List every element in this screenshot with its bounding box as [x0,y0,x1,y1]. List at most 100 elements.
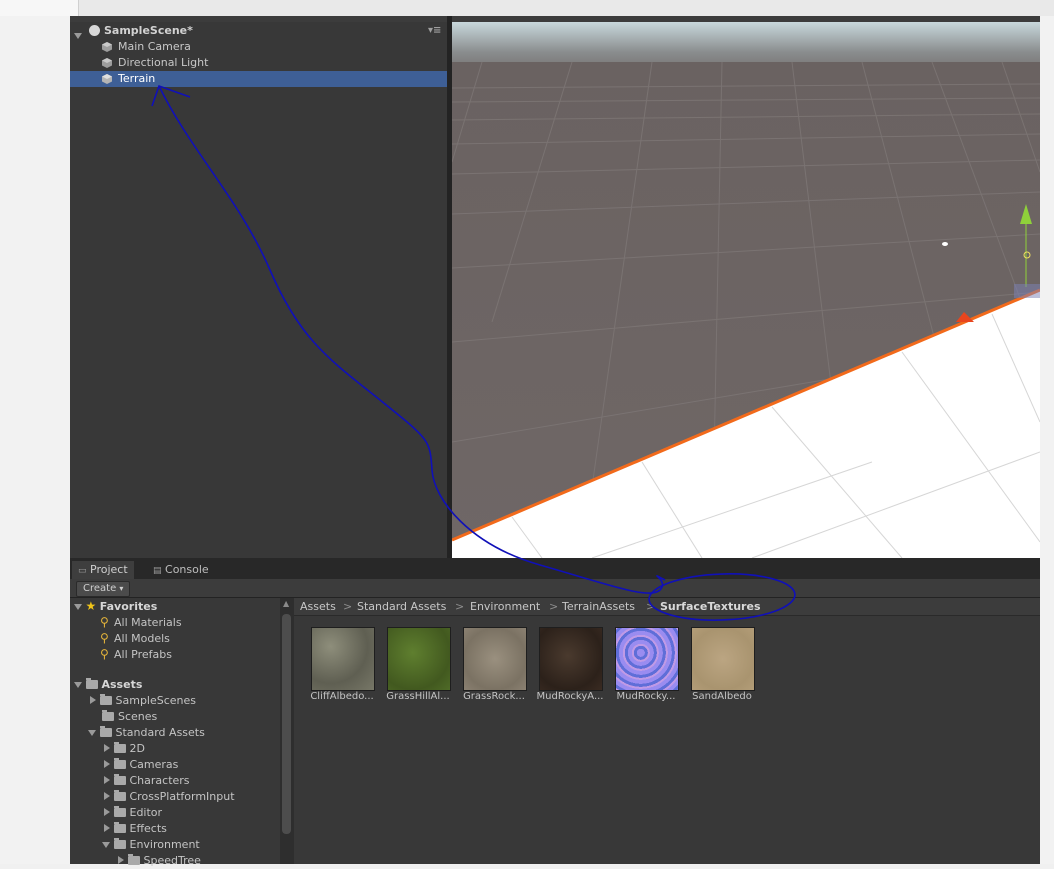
project-tree: ★ Favorites ⚲ All Materials ⚲ All Models ⚲… [70,598,280,867]
folder-icon [113,790,126,801]
texture-label[interactable]: GrassHillAl... [380,691,456,702]
expand-arrow-icon[interactable] [118,856,124,864]
breadcrumb-item-current[interactable]: SurfaceTextures [660,598,761,615]
scrollbar-thumb[interactable] [282,614,291,834]
folder-icon: ▭ [78,566,87,576]
tree-label: All Prefabs [114,648,172,661]
tree-label: Characters [129,774,190,787]
tree-label: Editor [129,806,163,819]
texture-label[interactable]: MudRockyA... [532,691,608,702]
tree-label: All Models [114,632,170,645]
breadcrumb-item[interactable]: Assets [300,598,336,615]
texture-thumbnail-mud-rocky-normals[interactable] [615,627,679,691]
unity-scene-icon [89,25,100,36]
host-right-margin [1040,16,1054,864]
tree-label: Effects [129,822,167,835]
tree-item-all-models[interactable]: ⚲ All Models [100,630,170,646]
folder-icon [99,694,112,705]
breadcrumb-item[interactable]: TerrainAssets [562,598,635,615]
console-icon: ▤ [153,566,162,576]
project-toolbar: Create ▾ [70,579,1040,598]
tree-label: Standard Assets [115,726,205,739]
scene-view[interactable] [452,22,1040,558]
scroll-up-icon[interactable]: ▲ [283,599,289,608]
tree-item-characters[interactable]: Characters [104,773,190,789]
expand-arrow-icon[interactable] [74,682,82,688]
tab-label: Console [165,563,209,576]
texture-thumbnail-sand[interactable] [691,627,755,691]
host-window-strip [0,0,1054,16]
scene-viewport[interactable] [452,22,1040,558]
breadcrumb-separator: > [646,600,656,613]
tree-label: Cameras [129,758,179,771]
search-icon: ⚲ [100,647,109,661]
hierarchy-item-label: Directional Light [118,56,209,69]
scene-row[interactable]: SampleScene* ▾≡ [70,23,448,39]
host-left-margin [0,16,70,864]
tree-item-standard-assets[interactable]: Standard Assets [88,725,205,741]
tree-item-crossplatforminput[interactable]: CrossPlatformInput [104,789,235,805]
tab-label: Project [90,563,128,576]
tree-item-cameras[interactable]: Cameras [104,757,178,773]
tab-console[interactable]: ▤ Console [147,561,215,579]
breadcrumb-item[interactable]: Standard Assets [357,598,446,615]
breadcrumb-item[interactable]: Environment [470,598,540,615]
expand-arrow-icon[interactable] [104,744,110,752]
tree-label: Assets [101,678,143,691]
expand-arrow-icon[interactable] [88,730,96,736]
host-tab[interactable] [0,0,79,16]
texture-label[interactable]: CliffAlbedo... [304,691,380,702]
expand-arrow-icon[interactable] [104,760,110,768]
camera-gizmo-icon[interactable] [942,242,948,246]
tree-label: Favorites [99,600,158,613]
texture-label[interactable]: GrassRock... [456,691,532,702]
create-button[interactable]: Create ▾ [76,581,131,597]
expand-arrow-icon[interactable] [74,604,82,610]
tree-favorites[interactable]: ★ Favorites [74,598,157,614]
create-label: Create [83,583,117,594]
search-icon: ⚲ [100,631,109,645]
texture-label[interactable]: SandAlbedo [684,691,760,702]
tree-label: All Materials [114,616,182,629]
tree-item-samplescenes[interactable]: SampleScenes [90,693,196,709]
folder-icon [102,710,114,721]
tree-item-all-materials[interactable]: ⚲ All Materials [100,614,182,630]
texture-thumbnail-grass-rock[interactable] [463,627,527,691]
texture-label[interactable]: MudRocky... [608,691,684,702]
search-icon: ⚲ [100,615,109,629]
tree-item-environment[interactable]: Environment [102,837,200,853]
tab-project[interactable]: ▭ Project [72,561,134,579]
tree-label: Environment [129,838,200,851]
gizmo-plane-handle-icon[interactable] [1014,284,1040,298]
expand-arrow-icon[interactable] [104,824,110,832]
gameobject-cube-icon [102,74,112,84]
expand-arrow-icon[interactable] [90,696,96,704]
hierarchy-item-directional-light[interactable]: Directional Light [70,55,448,71]
folder-icon [113,758,126,769]
dropdown-arrow-icon: ▾ [119,584,124,593]
hierarchy-item-main-camera[interactable]: Main Camera [70,39,448,55]
tree-item-speedtree[interactable]: SpeedTree [118,853,201,869]
tree-label: SampleScenes [115,694,197,707]
tree-item-scenes[interactable]: Scenes [102,709,157,725]
expand-arrow-icon[interactable] [102,842,110,848]
expand-arrow-icon[interactable] [104,792,110,800]
tree-scrollbar[interactable]: ▲ [280,598,294,864]
gameobject-cube-icon [102,42,112,52]
folder-icon [113,838,126,849]
expand-arrow-icon[interactable] [104,808,110,816]
tree-assets[interactable]: Assets [74,677,142,693]
hierarchy-panel: SampleScene* ▾≡ Main Camera Directional … [70,22,448,558]
folder-icon [113,742,126,753]
texture-thumbnail-grass-hill[interactable] [387,627,451,691]
texture-thumbnail-cliff[interactable] [311,627,375,691]
expand-arrow-icon[interactable] [104,776,110,784]
scene-menu-icon[interactable]: ▾≡ [428,23,441,39]
texture-thumbnail-mud-rocky-albedo[interactable] [539,627,603,691]
tree-item-effects[interactable]: Effects [104,821,167,837]
tree-item-all-prefabs[interactable]: ⚲ All Prefabs [100,646,172,662]
hierarchy-item-terrain[interactable]: Terrain [70,71,448,87]
tree-item-editor[interactable]: Editor [104,805,162,821]
hierarchy-item-label: Main Camera [118,40,191,53]
tree-item-2d[interactable]: 2D [104,741,145,757]
